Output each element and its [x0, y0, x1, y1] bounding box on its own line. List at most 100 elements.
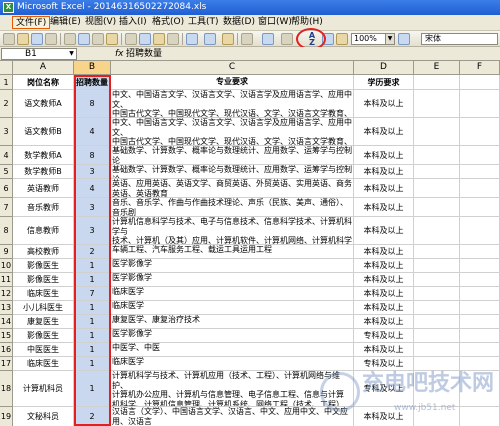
menu-file[interactable]: 文件(F) — [12, 16, 51, 29]
cell-e-row[interactable] — [414, 217, 460, 245]
cell-e-row[interactable] — [414, 75, 460, 90]
cell-d-row[interactable]: 本科及以上 — [354, 165, 414, 179]
cell-d-row[interactable]: 本科及以上 — [354, 245, 414, 259]
formula-content[interactable]: 招聘数量 — [126, 48, 162, 60]
cell-f-row[interactable] — [460, 165, 500, 179]
row-header[interactable]: 19 — [0, 407, 13, 426]
cell-c-row[interactable]: 医学影像学 — [111, 259, 354, 273]
column-header-e[interactable]: E — [414, 61, 460, 75]
cell-e-row[interactable] — [414, 273, 460, 287]
row-header[interactable]: 3 — [0, 118, 13, 146]
cell-d-row[interactable]: 本科及以上 — [354, 90, 414, 118]
cell-d-row[interactable]: 本科及以上 — [354, 287, 414, 301]
cell-e-row[interactable] — [414, 165, 460, 179]
sum-icon[interactable] — [262, 33, 274, 45]
research-icon[interactable] — [106, 33, 118, 45]
menu-data[interactable]: 数据(D) — [220, 16, 258, 29]
fx-icon[interactable]: fx — [115, 48, 124, 60]
print-preview-icon[interactable] — [78, 33, 90, 45]
cell-a-row[interactable]: 影像医生 — [13, 329, 74, 343]
cell-c-row[interactable]: 计算机信息科学与技术、电子与信息技术、信息科学技术、计算机科学与 技术、计算机（… — [111, 217, 354, 245]
cell-f-row[interactable] — [460, 343, 500, 357]
cell-a-row[interactable]: 语文教师B — [13, 118, 74, 146]
cell-e-row[interactable] — [414, 343, 460, 357]
cell-a-row[interactable]: 中医医生 — [13, 343, 74, 357]
cell-c-row[interactable]: 中文、中国语言文学、汉语言文学、汉语言学及应用语言学、应用中文、 中国古代文学、… — [111, 90, 354, 118]
cell-b-row[interactable]: 1 — [74, 371, 111, 407]
cell-d-row[interactable]: 本科及以上 — [354, 343, 414, 357]
cell-e-row[interactable] — [414, 301, 460, 315]
select-all-corner[interactable] — [0, 61, 13, 75]
cell-b-row[interactable]: 1 — [74, 259, 111, 273]
cell-a-row[interactable]: 高校教师 — [13, 245, 74, 259]
cell-c-row[interactable]: 基础数学、计算数学、概率论与数理统计、应用数学、运筹学与控制论 、数学教育 — [111, 146, 354, 165]
row-header[interactable]: 11 — [0, 273, 13, 287]
row-header[interactable]: 8 — [0, 217, 13, 245]
name-box[interactable]: B1 ▼ — [1, 48, 77, 60]
row-header[interactable]: 17 — [0, 357, 13, 371]
column-header-b[interactable]: B — [74, 61, 111, 75]
permission-icon[interactable] — [45, 33, 57, 45]
cell-f-row[interactable] — [460, 118, 500, 146]
column-header-a[interactable]: A — [13, 61, 74, 75]
cell-f-row[interactable] — [460, 146, 500, 165]
row-header[interactable]: 4 — [0, 146, 13, 165]
cell-c-row[interactable]: 基础数学、计算数学、概率论与数理统计、应用数学、运筹学与控制论 、数学教育 — [111, 165, 354, 179]
cell-c-row[interactable]: 临床医学 — [111, 357, 354, 371]
paste-icon[interactable] — [153, 33, 165, 45]
cell-c-row[interactable]: 音乐、音乐学、作曲与作曲技术理论、声乐（民族、美声、通俗）、音乐剧 、音乐表演、… — [111, 198, 354, 217]
undo-icon[interactable] — [186, 33, 198, 45]
cell-a-row[interactable]: 影像医生 — [13, 259, 74, 273]
cell-c-row[interactable]: 临床医学 — [111, 287, 354, 301]
cell-b-row[interactable]: 1 — [74, 329, 111, 343]
cell-c-row[interactable]: 康复医学、康复治疗技术 — [111, 315, 354, 329]
row-header[interactable]: 1 — [0, 75, 13, 90]
spelling-icon[interactable] — [92, 33, 104, 45]
cell-f-row[interactable] — [460, 75, 500, 90]
cell-f-row[interactable] — [460, 259, 500, 273]
cell-b-row[interactable]: 2 — [74, 245, 111, 259]
cell-c-row[interactable]: 英语、应用英语、英语文学、商贸英语、外贸英语、实用英语、商务 英语、英语教育 — [111, 179, 354, 198]
cell-c-row[interactable]: 临床医学 — [111, 301, 354, 315]
cell-e-row[interactable] — [414, 329, 460, 343]
print-icon[interactable] — [64, 33, 76, 45]
open-icon[interactable] — [17, 33, 29, 45]
cell-a-row[interactable]: 音乐教师 — [13, 198, 74, 217]
cell-c-row[interactable]: 计算机科学与技术、计算机应用（技术、工程）、计算机网络与维护、 计算机办公应用、… — [111, 371, 354, 407]
column-header-f[interactable]: F — [460, 61, 500, 75]
copy-icon[interactable] — [139, 33, 151, 45]
row-header[interactable]: 9 — [0, 245, 13, 259]
cell-f-row[interactable] — [460, 198, 500, 217]
cell-f-row[interactable] — [460, 90, 500, 118]
cell-d-row[interactable]: 本科及以上 — [354, 301, 414, 315]
cell-e-row[interactable] — [414, 287, 460, 301]
cell-a-row[interactable]: 信息教师 — [13, 217, 74, 245]
row-header[interactable]: 15 — [0, 329, 13, 343]
cell-a-row[interactable]: 计算机科员 — [13, 371, 74, 407]
save-icon[interactable] — [31, 33, 43, 45]
cell-d-row[interactable]: 本科及以上 — [354, 198, 414, 217]
redo-icon[interactable] — [204, 33, 216, 45]
cell-c-row[interactable]: 专业要求 — [111, 75, 354, 90]
cell-d-row[interactable]: 本科及以上 — [354, 259, 414, 273]
menu-help[interactable]: 帮助(H) — [288, 16, 326, 29]
menu-format[interactable]: 格式(O) — [149, 16, 187, 29]
cell-d-row[interactable]: 本科及以上 — [354, 273, 414, 287]
cell-e-row[interactable] — [414, 245, 460, 259]
cell-f-row[interactable] — [460, 245, 500, 259]
row-header[interactable]: 12 — [0, 287, 13, 301]
cell-b-row[interactable]: 7 — [74, 287, 111, 301]
cell-c-row[interactable]: 汉语言（文学）、中国语言文学、汉语言、中文、应用中文、中文应用、汉语言 文学、文… — [111, 407, 354, 426]
help-icon[interactable] — [398, 33, 410, 45]
cell-a-row[interactable]: 文秘科员 — [13, 407, 74, 426]
cell-e-row[interactable] — [414, 179, 460, 198]
cell-a-row[interactable]: 临床医生 — [13, 357, 74, 371]
cell-a-row[interactable]: 数学教师A — [13, 146, 74, 165]
cell-e-row[interactable] — [414, 90, 460, 118]
function-icon[interactable] — [281, 33, 293, 45]
cell-f-row[interactable] — [460, 217, 500, 245]
cell-f-row[interactable] — [460, 301, 500, 315]
cell-f-row[interactable] — [460, 357, 500, 371]
cell-c-row[interactable]: 中医学、中医 — [111, 343, 354, 357]
row-header[interactable]: 13 — [0, 301, 13, 315]
